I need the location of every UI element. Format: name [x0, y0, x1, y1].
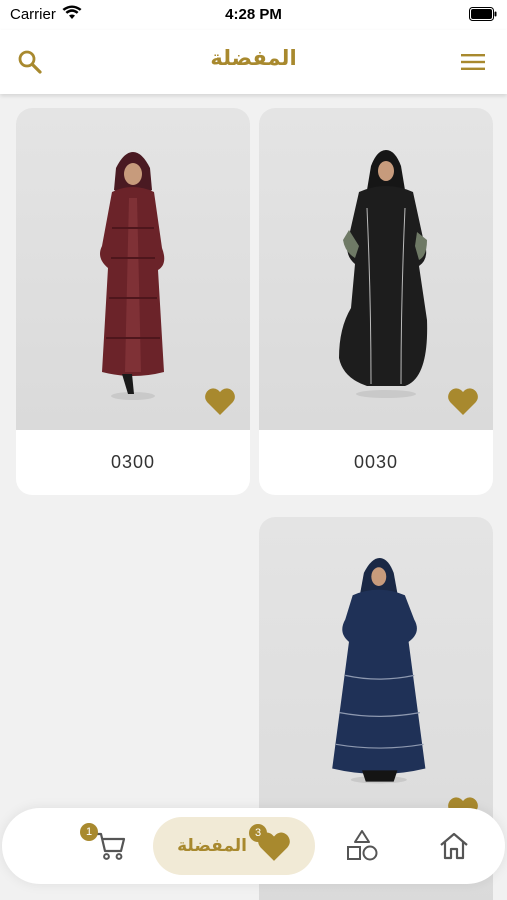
cart-badge: 1	[80, 823, 98, 841]
product-photo	[332, 557, 426, 784]
product-code: 0300	[110, 452, 156, 472]
heart-icon	[448, 388, 478, 415]
page-title: المفضلة	[210, 46, 297, 70]
product-card[interactable]: 0030	[259, 108, 493, 495]
heart-icon	[205, 388, 235, 415]
product-image[interactable]	[16, 108, 250, 430]
product-photo	[100, 152, 165, 400]
nav-favorites[interactable]: المفضلة 3	[153, 817, 315, 875]
clock: 4:28 PM	[225, 6, 282, 23]
battery-icon	[469, 7, 497, 21]
favorites-badge: 3	[249, 824, 267, 842]
product-image[interactable]	[259, 108, 493, 430]
nav-cart[interactable]: 1	[80, 808, 140, 884]
nav-favorites-label: المفضلة	[177, 836, 247, 856]
nav-categories[interactable]	[332, 808, 392, 884]
favorite-toggle[interactable]	[204, 386, 236, 416]
bottom-nav: 1 المفضلة 3	[2, 808, 505, 884]
product-photo	[339, 150, 428, 398]
status-bar: Carrier 4:28 PM	[0, 0, 507, 30]
cart-icon	[96, 832, 126, 860]
favorite-toggle[interactable]	[447, 386, 479, 416]
menu-button[interactable]	[457, 46, 489, 78]
menu-icon	[461, 54, 485, 70]
favorites-grid: 0300 0030	[0, 94, 507, 900]
home-icon	[440, 832, 468, 860]
shapes-icon	[347, 830, 378, 861]
product-card[interactable]: 0300	[16, 108, 250, 495]
nav-home[interactable]	[424, 808, 484, 884]
app-header: المفضلة	[0, 30, 507, 94]
product-code: 0030	[353, 452, 399, 472]
